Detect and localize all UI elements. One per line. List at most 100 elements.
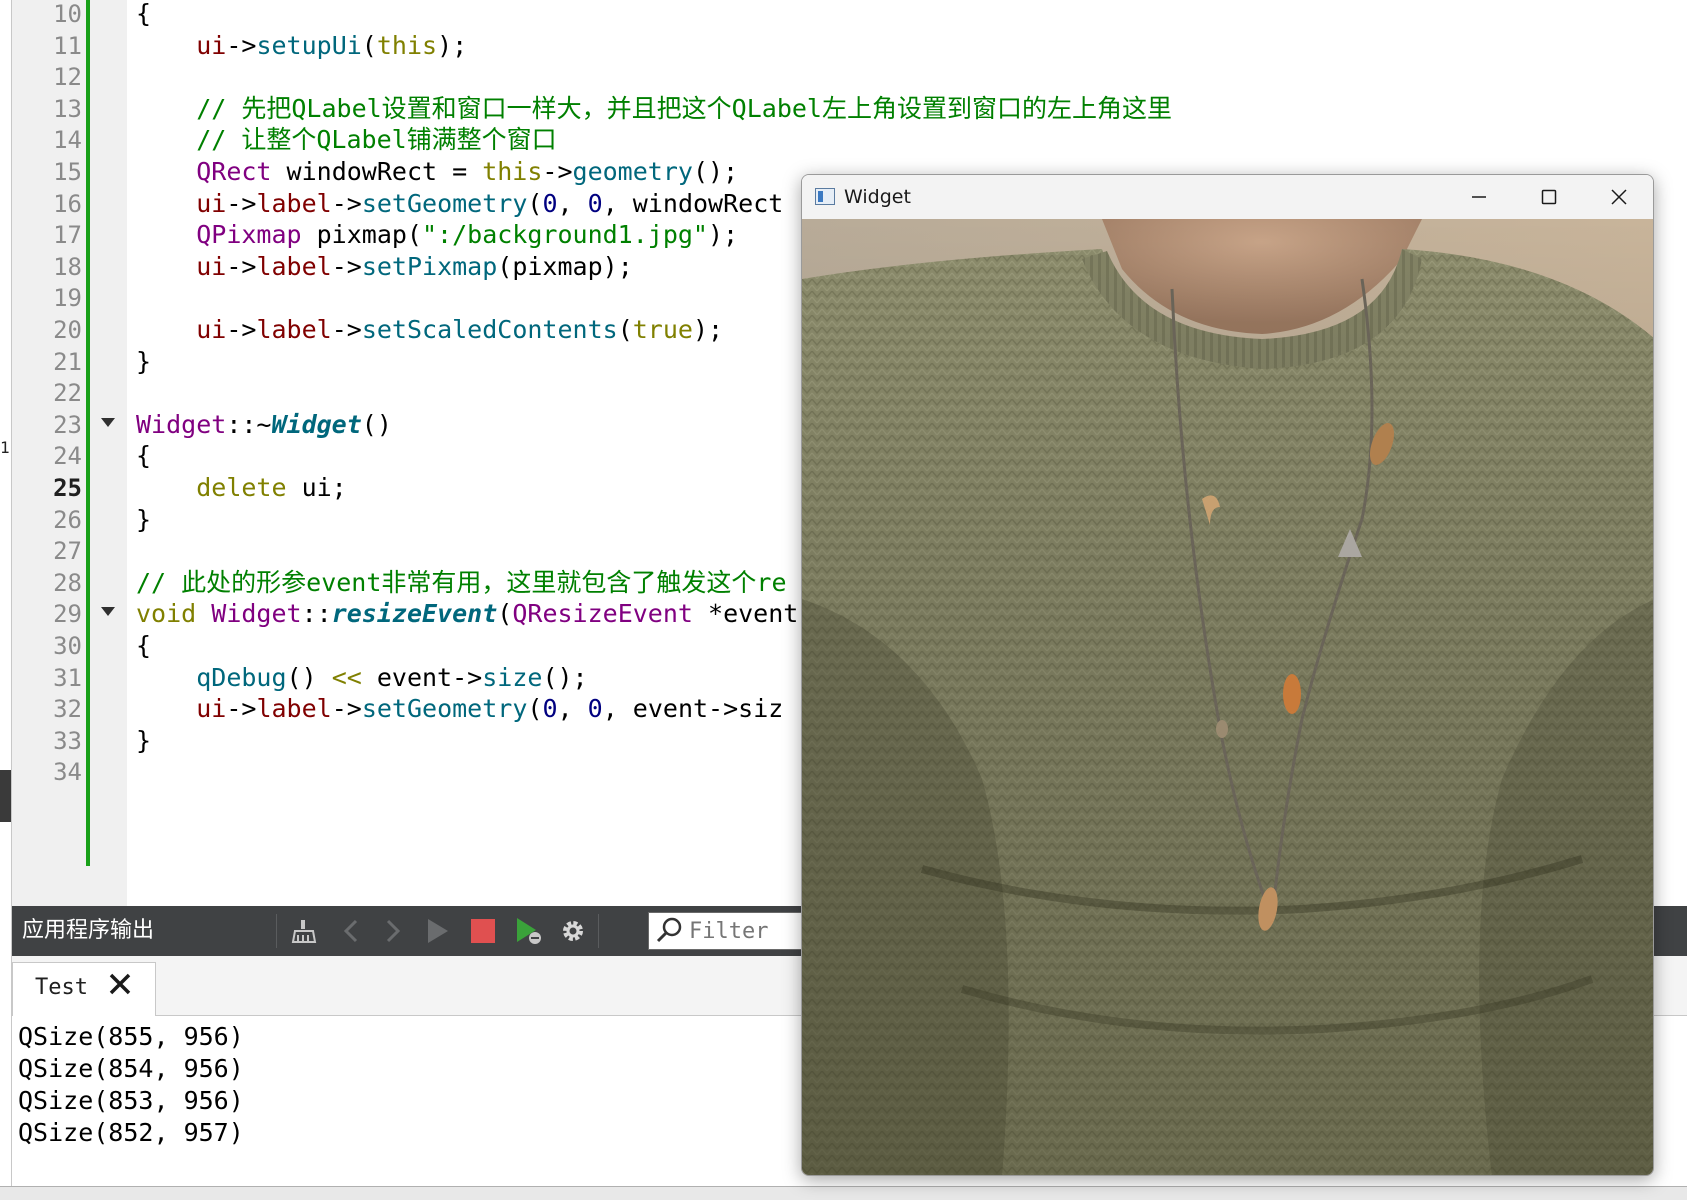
fold-arrow-icon[interactable] — [100, 414, 116, 434]
line-number: 18 — [53, 252, 82, 281]
code-token: this — [376, 30, 438, 60]
code-text: } — [136, 503, 151, 537]
code-token: setGeometry — [361, 188, 528, 218]
run-icon[interactable] — [420, 914, 454, 948]
code-token: ::~ — [226, 409, 272, 439]
code-token: (); — [692, 157, 739, 186]
next-icon[interactable] — [376, 914, 410, 948]
code-token: , event->siz — [602, 694, 784, 724]
code-token: windowRect = — [271, 157, 483, 186]
line-number: 32 — [53, 695, 82, 724]
code-token: -> — [331, 251, 362, 281]
stop-icon[interactable] — [466, 914, 500, 948]
code-token: label — [256, 694, 332, 724]
code-token: label — [256, 188, 332, 218]
widget-titlebar[interactable]: Widget — [802, 175, 1653, 219]
code-token: ui — [196, 30, 227, 60]
line-number: 23 — [53, 410, 82, 439]
code-text: // 让整个QLabel铺满整个窗口 — [136, 123, 557, 157]
line-number: 10 — [53, 0, 82, 28]
filter-field[interactable] — [648, 912, 818, 950]
code-text: Widget::~Widget() — [136, 408, 392, 442]
code-line[interactable]: 12 — [12, 60, 1687, 94]
code-text: { — [136, 439, 151, 473]
code-token: -> — [226, 251, 257, 281]
code-token: , — [557, 188, 588, 218]
code-token: } — [136, 346, 152, 376]
output-panel-title: 应用程序输出 — [22, 918, 155, 943]
background-image — [802, 219, 1653, 1175]
code-token: ui — [196, 251, 227, 281]
code-token: ( — [497, 599, 513, 629]
code-token: setupUi — [256, 30, 362, 60]
code-line[interactable]: 14 // 让整个QLabel铺满整个窗口 — [12, 123, 1687, 157]
code-text: // 先把QLabel设置和窗口一样大，并且把这个QLabel左上角设置到窗口的… — [136, 92, 1172, 126]
line-number: 21 — [53, 347, 82, 376]
line-number: 34 — [53, 758, 82, 787]
code-token: QResizeEvent — [512, 599, 693, 629]
code-text: QPixmap pixmap(":/background1.jpg"); — [136, 218, 738, 252]
line-number: 15 — [53, 158, 82, 186]
line-number: 24 — [53, 442, 82, 471]
code-token: (); — [542, 662, 588, 692]
toolbar-separator — [598, 914, 599, 948]
prev-icon[interactable] — [334, 914, 368, 948]
code-token: size — [482, 662, 543, 692]
close-tab-icon[interactable] — [107, 971, 133, 1004]
code-token: 0 — [587, 188, 603, 218]
code-token: << — [331, 662, 362, 692]
code-token: -> — [331, 694, 362, 724]
code-text: ui->label->setGeometry(0, 0, event->siz — [136, 692, 783, 726]
maximize-button[interactable] — [1514, 175, 1584, 219]
code-text: ui->label->setPixmap(pixmap); — [136, 250, 633, 284]
code-token: pixmap( — [301, 220, 422, 250]
code-token: // 让整个QLabel铺满整个窗口 — [136, 125, 557, 155]
clear-icon[interactable] — [288, 914, 322, 948]
settings-icon[interactable] — [556, 914, 590, 948]
code-text: { — [136, 629, 151, 663]
debug-run-icon[interactable] — [512, 914, 546, 948]
code-token: QRect — [196, 157, 272, 186]
log-line: QSize(853, 956) — [18, 1086, 244, 1115]
code-token: } — [136, 725, 152, 755]
line-number: 31 — [53, 663, 82, 692]
code-token: *event — [692, 599, 799, 629]
code-token: -> — [226, 30, 257, 60]
log-line: QSize(852, 957) — [18, 1118, 244, 1147]
code-line[interactable]: 10 { — [12, 0, 1687, 31]
code-token: -> — [226, 188, 257, 218]
minimize-button[interactable] — [1444, 175, 1514, 219]
code-token: Widget — [271, 409, 362, 439]
code-token: ui — [196, 188, 227, 218]
code-token: label — [256, 315, 332, 344]
close-button[interactable] — [1584, 175, 1653, 219]
code-text: delete ui; — [136, 471, 347, 505]
widget-window[interactable]: Widget — [801, 174, 1654, 1176]
code-token: ); — [707, 220, 739, 250]
code-token: -> — [226, 694, 257, 724]
code-token: QPixmap — [196, 220, 302, 250]
code-token: true — [632, 315, 693, 344]
code-token: () — [286, 662, 332, 692]
code-token: ); — [437, 30, 468, 60]
tab-test[interactable]: Test — [12, 962, 156, 1017]
code-text: ui->label->setScaledContents(true); — [136, 313, 723, 347]
code-token: ui — [196, 315, 227, 344]
code-token: resizeEvent — [331, 599, 498, 629]
code-token: geometry — [572, 157, 693, 186]
code-token: , windowRect — [602, 188, 784, 218]
code-token: event-> — [361, 662, 483, 692]
code-token: -> — [331, 188, 362, 218]
filter-input[interactable] — [689, 917, 814, 945]
code-line[interactable]: 11 ui->setupUi(this); — [12, 29, 1687, 63]
code-token: { — [136, 0, 152, 28]
line-number: 33 — [53, 726, 82, 755]
code-line[interactable]: 13 // 先把QLabel设置和窗口一样大，并且把这个QLabel左上角设置到… — [12, 92, 1687, 126]
fold-arrow-icon[interactable] — [100, 603, 116, 623]
